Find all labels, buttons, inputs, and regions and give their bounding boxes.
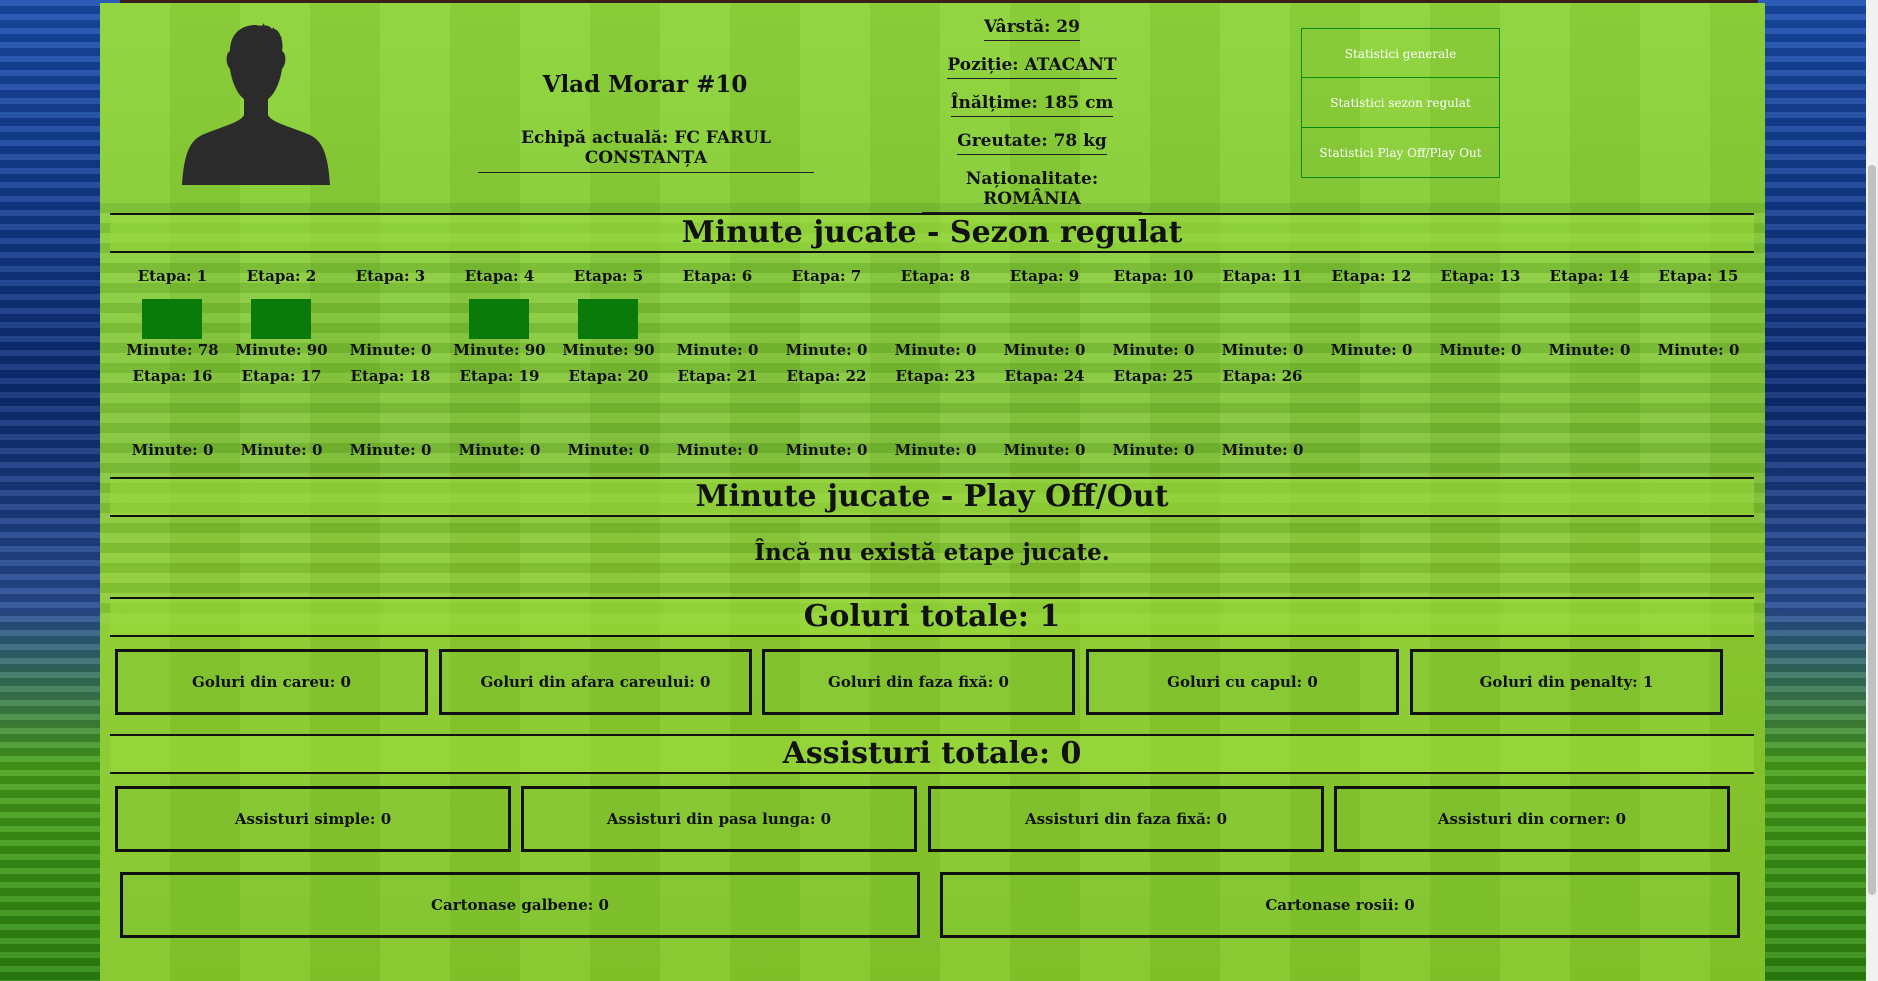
round-minutes: Minute: 0 [1003,341,1086,359]
regular-season-stats-button[interactable]: Statistici sezon regulat [1301,78,1500,128]
round-minutes: Minute: 0 [567,441,650,459]
assists-set-piece: Assisturi din faza fixă: 0 [928,786,1324,852]
round-label: Etapa: 20 [568,367,649,385]
round-minutes: Minute: 0 [1330,341,1413,359]
round-label: Etapa: 18 [350,367,431,385]
round-label: Etapa: 19 [459,367,540,385]
regular-season-title: Minute jucate - Sezon regulat [110,213,1754,253]
goals-total-title: Goluri totale: 1 [110,597,1754,637]
playoff-title: Minute jucate - Play Off/Out [110,477,1754,517]
assists-long-pass: Assisturi din pasa lunga: 0 [521,786,917,852]
round-minutes: Minute: 0 [785,441,868,459]
round-minutes: Minute: 90 [562,341,655,359]
round-minutes: Minute: 0 [349,341,432,359]
assists-simple: Assisturi simple: 0 [115,786,511,852]
round-label: Etapa: 10 [1113,267,1194,285]
round-label: Etapa: 2 [246,267,317,285]
round-label: Etapa: 9 [1009,267,1080,285]
round-minutes: Minute: 0 [1003,441,1086,459]
page-scrollbar[interactable] [1866,0,1878,981]
round-label: Etapa: 17 [241,367,322,385]
round-label: Etapa: 22 [786,367,867,385]
assists-corner: Assisturi din corner: 0 [1334,786,1730,852]
current-team: Echipă actuală: FC FARUL CONSTANȚA [478,128,814,173]
round-label: Etapa: 4 [464,267,535,285]
round-minutes: Minute: 0 [1548,341,1631,359]
round-minutes: Minute: 0 [676,341,759,359]
stadium-background-right [1758,0,1878,981]
goals-outside-box: Goluri din afara careului: 0 [439,649,752,715]
player-profile-panel: Vlad Morar #10 Echipă actuală: FC FARUL … [100,3,1765,981]
round-label: Etapa: 16 [132,367,213,385]
round-label: Etapa: 11 [1222,267,1303,285]
yellow-cards: Cartonase galbene: 0 [120,872,920,938]
goals-penalty: Goluri din penalty: 1 [1410,649,1723,715]
regular-season-row-2: Etapa: 16 Minute: 0 Etapa: 17 Minute: 0 Etap… [118,367,1756,467]
round-label: Etapa: 5 [573,267,644,285]
round-minutes: Minute: 0 [1221,341,1304,359]
minutes-bar [578,299,638,339]
round-label: Etapa: 8 [900,267,971,285]
playoff-empty-message: Încă nu există etape jucate. [754,539,1110,566]
stats-menu: Statistici generale Statistici sezon reg… [1301,28,1500,178]
player-info-list: Vârstă: 29 Poziție: ATACANT Înălțime: 18… [922,17,1142,213]
round-minutes: Minute: 0 [1112,341,1195,359]
round-label: Etapa: 1 [137,267,208,285]
general-stats-button[interactable]: Statistici generale [1301,28,1500,78]
red-cards: Cartonase rosii: 0 [940,872,1740,938]
round-label: Etapa: 23 [895,367,976,385]
info-age: Vârstă: 29 [922,17,1142,55]
round-label: Etapa: 26 [1222,367,1303,385]
info-nationality: Naționalitate: ROMÂNIA [922,169,1142,213]
round-label: Etapa: 21 [677,367,758,385]
round-minutes: Minute: 0 [894,441,977,459]
info-height: Înălțime: 185 cm [922,93,1142,131]
round-label: Etapa: 15 [1658,267,1739,285]
round-label: Etapa: 14 [1549,267,1630,285]
minutes-bar [469,299,529,339]
round-label: Etapa: 25 [1113,367,1194,385]
round-minutes: Minute: 90 [235,341,328,359]
round-minutes: Minute: 78 [126,341,219,359]
round-minutes: Minute: 0 [349,441,432,459]
round-label: Etapa: 7 [791,267,862,285]
info-position: Poziție: ATACANT [922,55,1142,93]
round-minutes: Minute: 0 [131,441,214,459]
round-label: Etapa: 12 [1331,267,1412,285]
round-minutes: Minute: 0 [240,441,323,459]
round-minutes: Minute: 0 [676,441,759,459]
round-label: Etapa: 24 [1004,367,1085,385]
round-minutes: Minute: 0 [1439,341,1522,359]
round-minutes: Minute: 0 [785,341,868,359]
minutes-bar [142,299,202,339]
goals-header: Goluri cu capul: 0 [1086,649,1399,715]
round-label: Etapa: 13 [1440,267,1521,285]
assists-total-title: Assisturi totale: 0 [110,734,1754,774]
round-label: Etapa: 6 [682,267,753,285]
minutes-bar [251,299,311,339]
regular-season-row-1: Etapa: 1 Minute: 78 Etapa: 2 Minute: 90 Etap… [118,267,1756,377]
playoff-stats-button[interactable]: Statistici Play Off/Play Out [1301,128,1500,178]
round-minutes: Minute: 0 [458,441,541,459]
player-avatar-icon [182,23,330,185]
round-minutes: Minute: 0 [1112,441,1195,459]
round-minutes: Minute: 0 [894,341,977,359]
player-name: Vlad Morar #10 [542,71,748,98]
scrollbar-thumb[interactable] [1868,165,1876,895]
round-minutes: Minute: 0 [1221,441,1304,459]
round-label: Etapa: 3 [355,267,426,285]
info-weight: Greutate: 78 kg [922,131,1142,169]
goals-inside-box: Goluri din careu: 0 [115,649,428,715]
round-minutes: Minute: 0 [1657,341,1740,359]
round-minutes: Minute: 90 [453,341,546,359]
goals-set-piece: Goluri din faza fixă: 0 [762,649,1075,715]
